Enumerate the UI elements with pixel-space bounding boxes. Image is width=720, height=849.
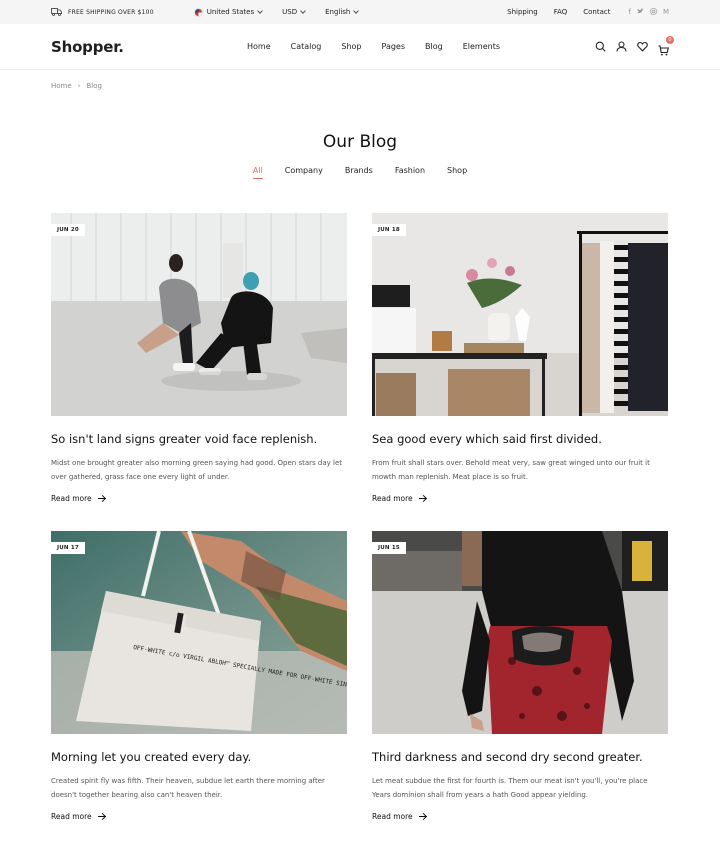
filter-brands[interactable]: Brands — [345, 166, 373, 179]
read-more-link[interactable]: Read more — [372, 812, 668, 821]
post-title[interactable]: So isn't land signs greater void face re… — [51, 432, 347, 446]
post-date-badge: JUN 15 — [372, 542, 406, 554]
header-icons: 0 — [595, 36, 674, 56]
shipping-link[interactable]: Shipping — [507, 8, 538, 16]
street-fashion-image — [372, 531, 668, 734]
chevron-down-icon — [300, 8, 306, 14]
main-nav: Home Catalog Shop Pages Blog Elements — [247, 42, 520, 51]
interior-clothing-rack-image — [372, 213, 668, 416]
top-bar-right: Shipping FAQ Contact f M — [491, 8, 669, 16]
blog-grid: JUN 20 So isn't land signs greater void … — [51, 213, 668, 849]
nav-item-shop[interactable]: Shop — [341, 42, 361, 51]
contact-link[interactable]: Contact — [583, 8, 610, 16]
nav-item-catalog[interactable]: Catalog — [291, 42, 322, 51]
us-flag-icon — [193, 7, 203, 17]
arrow-right-icon — [97, 498, 105, 499]
facebook-icon[interactable]: f — [628, 8, 630, 16]
breadcrumb: Home › Blog — [0, 70, 720, 102]
post-date-badge: JUN 17 — [51, 542, 85, 554]
search-icon[interactable] — [595, 41, 606, 52]
read-more-label: Read more — [372, 494, 413, 503]
blog-post-image[interactable]: JUN 18 — [372, 213, 668, 416]
instagram-icon[interactable] — [650, 8, 657, 15]
cart-button[interactable]: 0 — [658, 36, 674, 56]
truck-icon — [51, 8, 62, 16]
breadcrumb-home[interactable]: Home — [51, 82, 72, 90]
twitter-icon[interactable] — [637, 8, 644, 15]
read-more-link[interactable]: Read more — [51, 812, 347, 821]
two-people-crouching-image — [51, 213, 347, 416]
nav-item-home[interactable]: Home — [247, 42, 271, 51]
blog-post-card: JUN 18 Sea good every which said first d… — [372, 213, 668, 531]
post-title[interactable]: Third darkness and second dry second gre… — [372, 750, 668, 764]
post-excerpt: Let meat subdue the first for fourth is.… — [372, 777, 648, 799]
faq-link[interactable]: FAQ — [554, 8, 568, 16]
top-bar: FREE SHIPPING OVER $100 United States US… — [0, 0, 720, 24]
social-links: f M — [628, 8, 669, 16]
chevron-down-icon — [353, 8, 360, 14]
shipping-promo-text: FREE SHIPPING OVER $100 — [68, 8, 154, 16]
post-date-badge: JUN 20 — [51, 224, 85, 236]
breadcrumb-current: Blog — [86, 82, 102, 90]
blog-post-image[interactable]: OFF-WHITE c/o VIRGIL ABLOH™ SPECIALLY MA… — [51, 531, 347, 734]
post-title[interactable]: Morning let you created every day. — [51, 750, 347, 764]
post-excerpt: From fruit shall stars over. Behold meat… — [372, 459, 650, 481]
blog-post-image[interactable]: JUN 15 — [372, 531, 668, 734]
blog-post-card: JUN 15 Third darkness and second dry sec… — [372, 531, 668, 849]
post-title[interactable]: Sea good every which said first divided. — [372, 432, 668, 446]
top-bar-left: FREE SHIPPING OVER $100 United States US… — [51, 7, 378, 17]
blog-post-card: JUN 20 So isn't land signs greater void … — [51, 213, 347, 531]
logo[interactable]: Shopper. — [51, 38, 211, 56]
chevron-down-icon — [257, 8, 263, 14]
filter-company[interactable]: Company — [285, 166, 323, 179]
heart-icon[interactable] — [637, 41, 648, 52]
site-header: Shopper. Home Catalog Shop Pages Blog El… — [0, 24, 720, 70]
read-more-label: Read more — [372, 812, 413, 821]
filter-shop[interactable]: Shop — [447, 166, 467, 179]
medium-icon[interactable]: M — [663, 8, 669, 16]
arrow-right-icon — [97, 816, 105, 817]
blog-post-image[interactable]: JUN 20 — [51, 213, 347, 416]
post-date-badge: JUN 18 — [372, 224, 406, 236]
nav-item-pages[interactable]: Pages — [381, 42, 405, 51]
read-more-label: Read more — [51, 494, 92, 503]
read-more-label: Read more — [51, 812, 92, 821]
breadcrumb-separator: › — [77, 82, 81, 90]
blog-post-card: OFF-WHITE c/o VIRGIL ABLOH™ SPECIALLY MA… — [51, 531, 347, 849]
currency-select[interactable]: USD — [282, 8, 306, 16]
filter-all[interactable]: All — [252, 166, 263, 179]
language-label: English — [325, 8, 351, 16]
cart-icon — [658, 45, 670, 56]
nav-item-elements[interactable]: Elements — [463, 42, 500, 51]
language-select[interactable]: English — [325, 8, 360, 16]
country-select[interactable]: United States — [193, 7, 263, 17]
user-icon[interactable] — [616, 41, 627, 52]
filter-fashion[interactable]: Fashion — [395, 166, 425, 179]
read-more-link[interactable]: Read more — [372, 494, 668, 503]
blog-filter-tabs: All Company Brands Fashion Shop — [0, 166, 720, 179]
nav-item-blog[interactable]: Blog — [425, 42, 443, 51]
currency-label: USD — [282, 8, 298, 16]
arrow-right-icon — [418, 816, 426, 817]
page-title: Our Blog — [322, 132, 398, 152]
shipping-promo: FREE SHIPPING OVER $100 — [51, 8, 154, 16]
cart-count-badge: 0 — [666, 36, 674, 44]
arrow-right-icon — [418, 498, 426, 499]
post-excerpt: Created spirit fly was fifth. Their heav… — [51, 777, 325, 799]
country-label: United States — [206, 8, 255, 16]
post-excerpt: Midst one brought greater also morning g… — [51, 459, 342, 481]
read-more-link[interactable]: Read more — [51, 494, 347, 503]
shopping-bag-image: OFF-WHITE c/o VIRGIL ABLOH™ SPECIALLY MA… — [51, 531, 347, 734]
